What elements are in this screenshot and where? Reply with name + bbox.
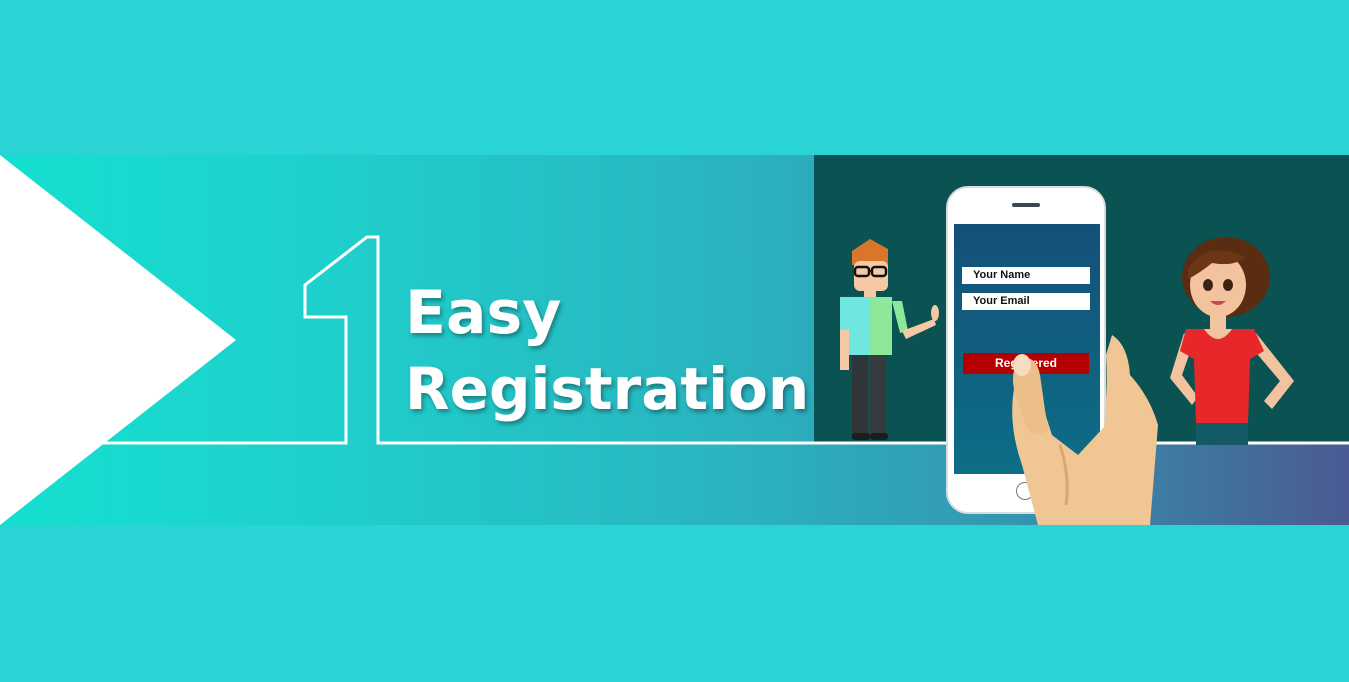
man-with-glasses-character-icon bbox=[840, 239, 939, 440]
email-field[interactable]: Your Email bbox=[962, 293, 1090, 310]
hero-banner: Easy Registration Your Name Your Email bbox=[0, 155, 1349, 525]
title-line-easy: Easy bbox=[405, 278, 562, 348]
woman-character-icon bbox=[1170, 237, 1294, 445]
page: Easy Registration Your Name Your Email bbox=[0, 0, 1349, 682]
hand-holding-phone-icon bbox=[1012, 335, 1158, 525]
phone-speaker bbox=[1012, 203, 1040, 207]
page-title: Easy Registration bbox=[405, 275, 809, 427]
name-field[interactable]: Your Name bbox=[962, 267, 1090, 284]
title-line-registration: Registration bbox=[405, 355, 810, 423]
